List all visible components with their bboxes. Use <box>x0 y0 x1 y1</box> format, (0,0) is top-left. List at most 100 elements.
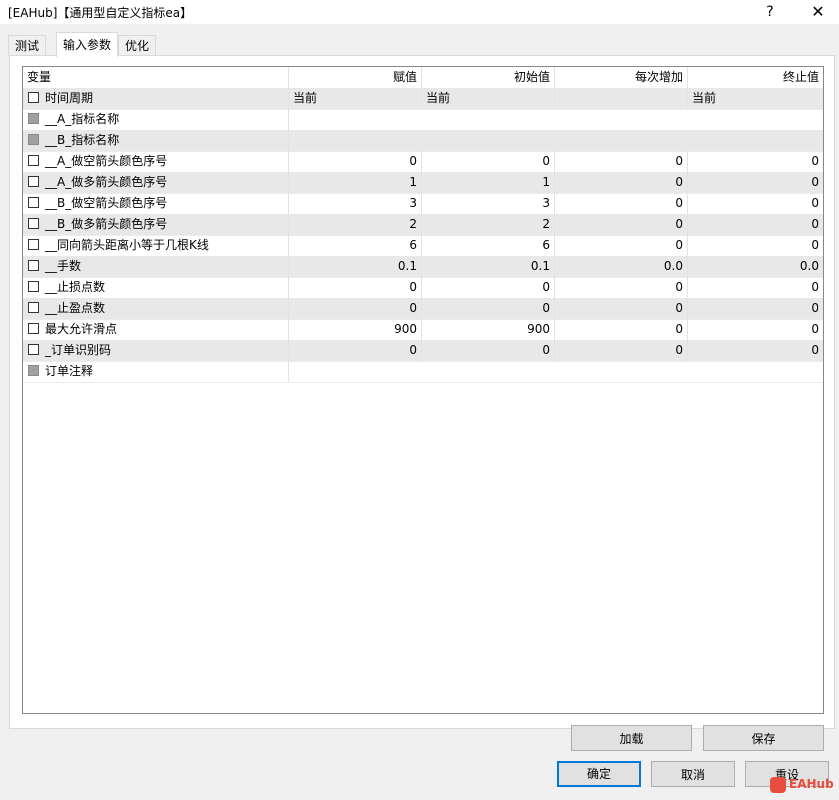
table-row[interactable]: __B_做多箭头颜色序号 2 2 0 0 <box>23 214 823 236</box>
step-cell[interactable]: 0 <box>555 214 688 235</box>
stop-cell[interactable]: 0 <box>688 340 823 361</box>
stop-cell[interactable]: 0 <box>688 319 823 340</box>
value-cell[interactable]: 0 <box>289 277 422 298</box>
cancel-button[interactable]: 取消 <box>651 761 735 787</box>
header-start[interactable]: 初始值 <box>422 67 555 88</box>
table-row[interactable]: __B_指标名称 <box>23 130 823 152</box>
variable-cell: __同向箭头距离小等于几根K线 <box>23 235 289 256</box>
step-cell[interactable]: 0.0 <box>555 256 688 277</box>
start-cell[interactable]: 6 <box>422 235 555 256</box>
start-cell[interactable]: 当前 <box>422 88 555 109</box>
optimize-checkbox[interactable] <box>28 323 39 334</box>
start-cell[interactable]: 0 <box>422 277 555 298</box>
optimize-checkbox[interactable] <box>28 260 39 271</box>
step-cell[interactable]: 0 <box>555 340 688 361</box>
table-row[interactable]: __A_做多箭头颜色序号 1 1 0 0 <box>23 172 823 194</box>
start-cell[interactable]: 900 <box>422 319 555 340</box>
optimize-checkbox[interactable] <box>28 197 39 208</box>
optimize-checkbox[interactable] <box>28 218 39 229</box>
start-cell[interactable]: 2 <box>422 214 555 235</box>
table-row[interactable]: __止损点数 0 0 0 0 <box>23 277 823 299</box>
value-cell[interactable]: 900 <box>289 319 422 340</box>
stop-cell[interactable]: 0 <box>688 277 823 298</box>
variable-cell: __止损点数 <box>23 277 289 298</box>
step-cell[interactable]: 0 <box>555 172 688 193</box>
start-cell[interactable]: 0.1 <box>422 256 555 277</box>
load-button[interactable]: 加载 <box>571 725 692 751</box>
start-cell[interactable]: 3 <box>422 193 555 214</box>
table-row[interactable]: 时间周期 当前 当前 当前 <box>23 88 823 110</box>
table-row[interactable]: __同向箭头距离小等于几根K线 6 6 0 0 <box>23 235 823 257</box>
start-cell[interactable]: 0 <box>422 340 555 361</box>
optimize-checkbox[interactable] <box>28 92 39 103</box>
start-cell[interactable]: 1 <box>422 172 555 193</box>
value-cell[interactable]: 0 <box>289 340 422 361</box>
table-row[interactable]: __A_指标名称 <box>23 109 823 131</box>
eahub-watermark: EAHub <box>770 773 834 795</box>
close-button[interactable]: ✕ <box>800 0 836 24</box>
variable-name: __A_做多箭头颜色序号 <box>45 175 168 189</box>
stop-cell[interactable]: 0 <box>688 172 823 193</box>
ok-button[interactable]: 确定 <box>557 761 641 787</box>
value-cell[interactable] <box>289 361 823 382</box>
step-cell[interactable]: 0 <box>555 235 688 256</box>
step-cell[interactable]: 0 <box>555 193 688 214</box>
variable-cell: __B_做多箭头颜色序号 <box>23 214 289 235</box>
value-cell[interactable] <box>289 130 823 151</box>
tab-testing[interactable]: 测试 <box>8 35 47 56</box>
value-cell[interactable]: 当前 <box>289 88 422 109</box>
header-variable[interactable]: 变量 <box>23 67 289 88</box>
parameters-grid: 变量 赋值 初始值 每次增加 终止值 时间周期 当前 当前 当前 __A_指标名称 __B… <box>22 66 824 714</box>
stop-cell[interactable]: 0 <box>688 298 823 319</box>
watermark-text: EAHub <box>789 777 834 791</box>
table-row[interactable]: 订单注释 <box>23 361 823 383</box>
variable-cell: __A_做多箭头颜色序号 <box>23 172 289 193</box>
value-cell[interactable]: 6 <box>289 235 422 256</box>
stop-cell[interactable]: 0 <box>688 151 823 172</box>
variable-name: __A_做空箭头颜色序号 <box>45 154 168 168</box>
step-cell[interactable] <box>555 88 688 109</box>
optimize-checkbox[interactable] <box>28 302 39 313</box>
step-cell[interactable]: 0 <box>555 151 688 172</box>
tab-optimization[interactable]: 优化 <box>118 35 157 56</box>
stop-cell[interactable]: 当前 <box>688 88 823 109</box>
value-cell[interactable]: 0 <box>289 151 422 172</box>
table-row[interactable]: 最大允许滑点 900 900 0 0 <box>23 319 823 341</box>
step-cell[interactable]: 0 <box>555 277 688 298</box>
value-cell[interactable]: 3 <box>289 193 422 214</box>
variable-cell: _订单识别码 <box>23 340 289 361</box>
step-cell[interactable]: 0 <box>555 298 688 319</box>
stop-cell[interactable]: 0 <box>688 193 823 214</box>
table-row[interactable]: __A_做空箭头颜色序号 0 0 0 0 <box>23 151 823 173</box>
value-cell[interactable] <box>289 109 823 130</box>
optimize-checkbox[interactable] <box>28 176 39 187</box>
stop-cell[interactable]: 0 <box>688 214 823 235</box>
optimize-checkbox[interactable] <box>28 155 39 166</box>
help-button[interactable]: ? <box>752 0 788 24</box>
grid-header: 变量 赋值 初始值 每次增加 终止值 <box>23 67 823 89</box>
header-value[interactable]: 赋值 <box>289 67 422 88</box>
start-cell[interactable]: 0 <box>422 151 555 172</box>
optimize-checkbox[interactable] <box>28 239 39 250</box>
variable-name: 最大允许滑点 <box>45 322 118 336</box>
stop-cell[interactable]: 0.0 <box>688 256 823 277</box>
variable-cell: __止盈点数 <box>23 298 289 319</box>
table-row[interactable]: __B_做空箭头颜色序号 3 3 0 0 <box>23 193 823 215</box>
header-step[interactable]: 每次增加 <box>555 67 688 88</box>
table-row[interactable]: _订单识别码 0 0 0 0 <box>23 340 823 362</box>
header-stop[interactable]: 终止值 <box>688 67 823 88</box>
table-row[interactable]: __手数 0.1 0.1 0.0 0.0 <box>23 256 823 278</box>
value-cell[interactable]: 1 <box>289 172 422 193</box>
save-button[interactable]: 保存 <box>703 725 824 751</box>
window-title: [EAHub]【通用型自定义指标ea】 <box>8 6 193 20</box>
step-cell[interactable]: 0 <box>555 319 688 340</box>
table-row[interactable]: __止盈点数 0 0 0 0 <box>23 298 823 320</box>
value-cell[interactable]: 2 <box>289 214 422 235</box>
optimize-checkbox[interactable] <box>28 281 39 292</box>
stop-cell[interactable]: 0 <box>688 235 823 256</box>
value-cell[interactable]: 0 <box>289 298 422 319</box>
tab-inputs[interactable]: 输入参数 <box>56 32 119 57</box>
optimize-checkbox[interactable] <box>28 344 39 355</box>
value-cell[interactable]: 0.1 <box>289 256 422 277</box>
start-cell[interactable]: 0 <box>422 298 555 319</box>
